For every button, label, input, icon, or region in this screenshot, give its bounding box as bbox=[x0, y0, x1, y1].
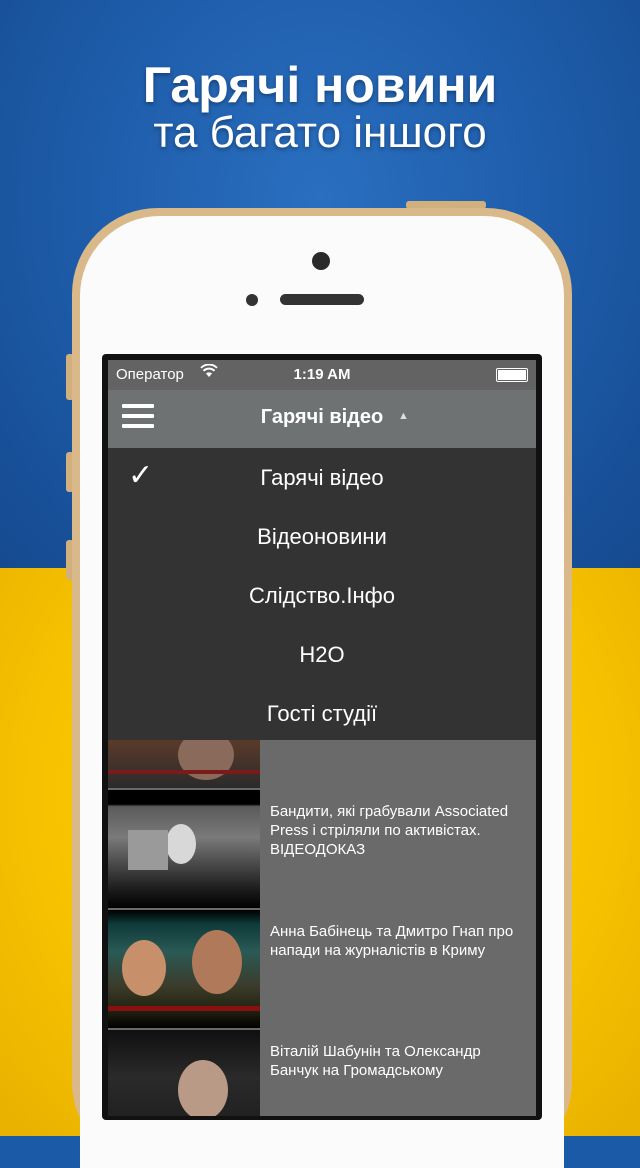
video-thumbnail bbox=[108, 910, 260, 1028]
checkmark-icon: ✓ bbox=[128, 459, 154, 492]
video-list-item[interactable]: Анна Бабінець та Дмитро Гнап про напади … bbox=[108, 910, 536, 1031]
dropdown-item-h2o[interactable]: H2O bbox=[108, 625, 536, 684]
video-list-item[interactable]: Віталій Шабунін та Олександр Банчук на Г… bbox=[108, 1030, 536, 1116]
nav-bar: Гарячі відео ▲ bbox=[108, 390, 536, 448]
dropdown-item-label: Відеоновини bbox=[257, 524, 387, 549]
dropdown-item-studio-guests[interactable]: Гості студії bbox=[108, 684, 536, 743]
dropdown-item-label: Слідство.Інфо bbox=[249, 583, 395, 608]
status-bar: Оператор 1:19 AM bbox=[108, 360, 536, 390]
nav-title-dropdown[interactable]: Гарячі відео bbox=[108, 406, 536, 429]
video-list-item[interactable]: Бандити, які грабували Associated Press … bbox=[108, 790, 536, 911]
caret-up-icon[interactable]: ▲ bbox=[398, 410, 409, 422]
battery-icon bbox=[496, 368, 528, 382]
dropdown-item-video-news[interactable]: Відеоновини bbox=[108, 507, 536, 566]
dropdown-item-label: H2O bbox=[299, 642, 345, 667]
headline-subtitle: та багато іншого bbox=[153, 108, 487, 157]
dropdown-item-investigation[interactable]: Слідство.Інфо bbox=[108, 566, 536, 625]
video-title: Бандити, які грабували Associated Press … bbox=[270, 803, 509, 858]
dropdown-item-label: Гості студії bbox=[266, 701, 378, 726]
front-camera bbox=[312, 252, 330, 270]
headline-title: Гарячі новини bbox=[142, 57, 498, 113]
dropdown-item-label: Гарячі відео bbox=[260, 465, 384, 490]
earpiece-speaker bbox=[280, 294, 364, 305]
video-thumbnail bbox=[108, 1030, 260, 1116]
video-title: Анна Бабінець та Дмитро Гнап про напади … bbox=[270, 923, 514, 959]
category-dropdown-menu: ✓ Гарячі відео Відеоновини Слідство.Інфо… bbox=[108, 448, 536, 740]
video-thumbnail bbox=[108, 790, 260, 908]
phone-screen: Оператор 1:19 AM Гарячі відео ▲ ✓ Гарячі… bbox=[108, 360, 536, 1116]
dropdown-item-hot-video[interactable]: ✓ Гарячі відео bbox=[108, 448, 536, 507]
status-time: 1:19 AM bbox=[293, 366, 351, 383]
video-title: Віталій Шабунін та Олександр Банчук на Г… bbox=[270, 1043, 481, 1079]
proximity-sensor bbox=[246, 294, 258, 306]
